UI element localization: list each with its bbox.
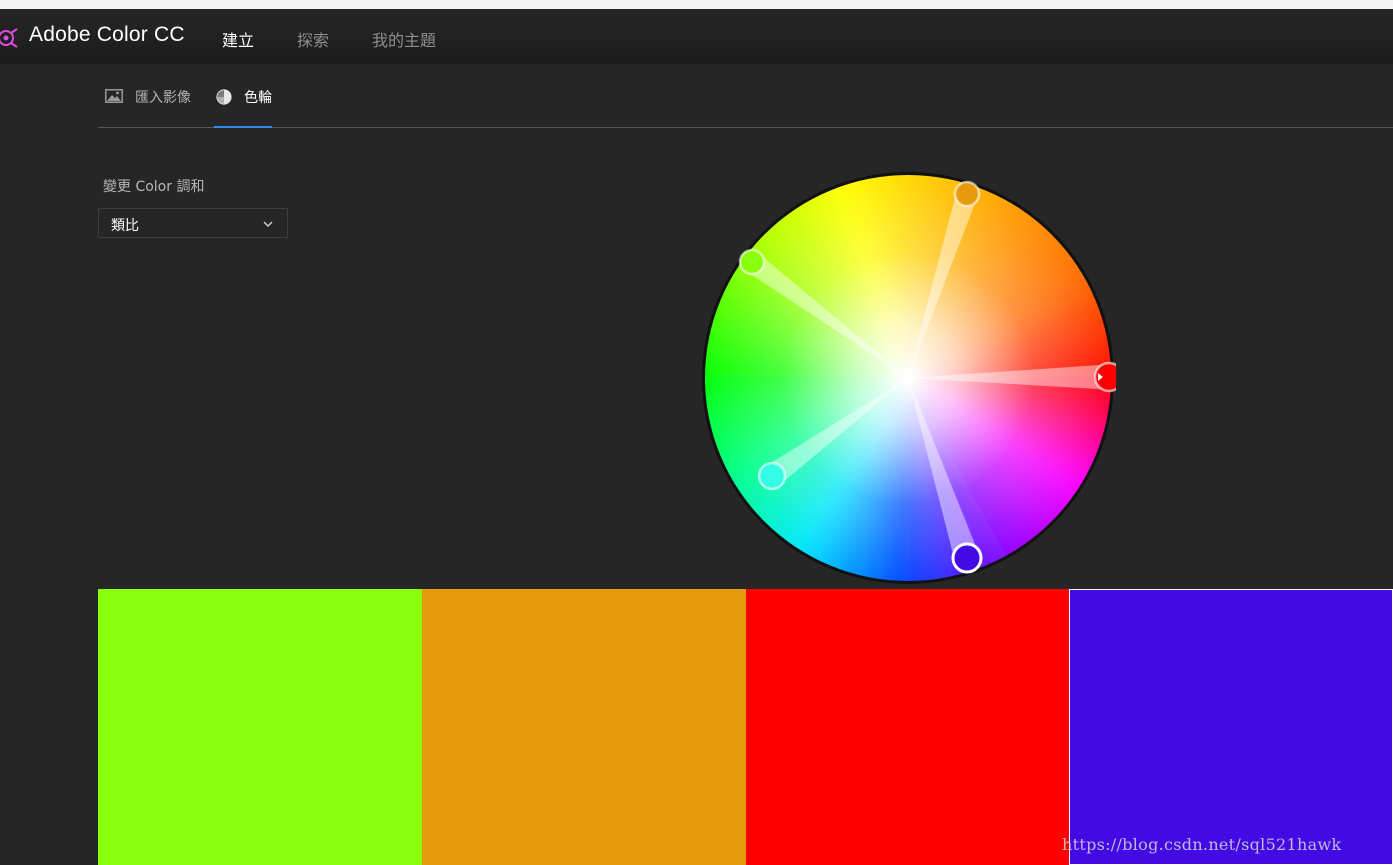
tab-import-image-label: 匯入影像: [135, 90, 191, 106]
tab-import-image[interactable]: 匯入影像: [105, 64, 205, 127]
app-header: Adobe Color CC 建立 探索 我的主題: [0, 9, 1393, 64]
swatch-2[interactable]: [422, 589, 746, 865]
swatch-4[interactable]: [1069, 589, 1393, 865]
watermark-url: https://blog.csdn.net/sql521hawk: [1062, 835, 1342, 854]
tab-color-wheel[interactable]: 色輪: [214, 64, 272, 128]
harmony-rule-label: 變更 Color 調和: [103, 179, 205, 195]
tab-color-wheel-label: 色輪: [244, 90, 272, 106]
color-wheel[interactable]: [700, 170, 1125, 586]
chevron-down-icon: [263, 221, 273, 228]
harmony-handle-4[interactable]: [951, 542, 983, 574]
harmony-rule-value: 類比: [111, 218, 139, 234]
harmony-handle-1[interactable]: [738, 248, 766, 276]
harmony-rule-dropdown[interactable]: 類比: [98, 208, 288, 238]
swatch-1[interactable]: [98, 589, 422, 865]
app-title[interactable]: Adobe Color CC: [29, 23, 185, 47]
harmony-handle-5[interactable]: [757, 461, 787, 491]
mode-tabs: 匯入影像 色輪: [98, 64, 1393, 128]
nav-explore[interactable]: 探索: [297, 27, 329, 51]
nav-create[interactable]: 建立: [222, 27, 254, 51]
browser-top-strip: [0, 0, 1393, 9]
adobe-color-logo-icon[interactable]: [0, 27, 19, 49]
color-swatches: [98, 589, 1393, 865]
swatch-3[interactable]: [746, 589, 1069, 865]
nav-my-themes[interactable]: 我的主題: [372, 27, 436, 51]
harmony-handle-2[interactable]: [953, 180, 981, 208]
color-wheel-icon: [216, 89, 232, 105]
color-wheel-graphic[interactable]: [700, 170, 1125, 586]
active-tab-indicator: [214, 126, 272, 128]
image-icon: [105, 89, 123, 103]
